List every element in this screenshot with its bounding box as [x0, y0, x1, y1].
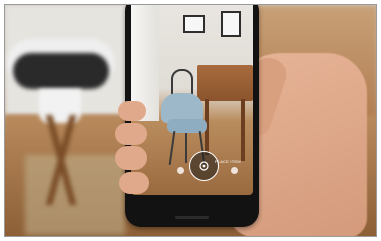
- left-dot-icon[interactable]: [177, 167, 184, 174]
- home-indicator: [175, 216, 209, 219]
- phone-screen: PLACE ITEM: [131, 5, 253, 195]
- wall-picture: [183, 15, 205, 33]
- ar-chair-leg: [185, 133, 187, 163]
- photo-frame: PLACE ITEM: [4, 4, 377, 237]
- wall-picture: [221, 11, 241, 37]
- wooden-table: [197, 65, 253, 101]
- place-icon: [199, 161, 209, 171]
- finger: [119, 172, 149, 194]
- background-chair-seat: [13, 53, 109, 89]
- finger: [118, 101, 146, 121]
- ar-chair-leg: [168, 131, 176, 165]
- finger: [115, 146, 147, 170]
- place-item-button[interactable]: [189, 151, 219, 181]
- finger: [115, 123, 147, 145]
- place-item-label: PLACE ITEM: [215, 159, 241, 164]
- table-leg: [241, 99, 245, 161]
- right-dot-icon[interactable]: [231, 167, 238, 174]
- smartphone: PLACE ITEM: [125, 5, 259, 227]
- background-chair-legs: [27, 115, 97, 205]
